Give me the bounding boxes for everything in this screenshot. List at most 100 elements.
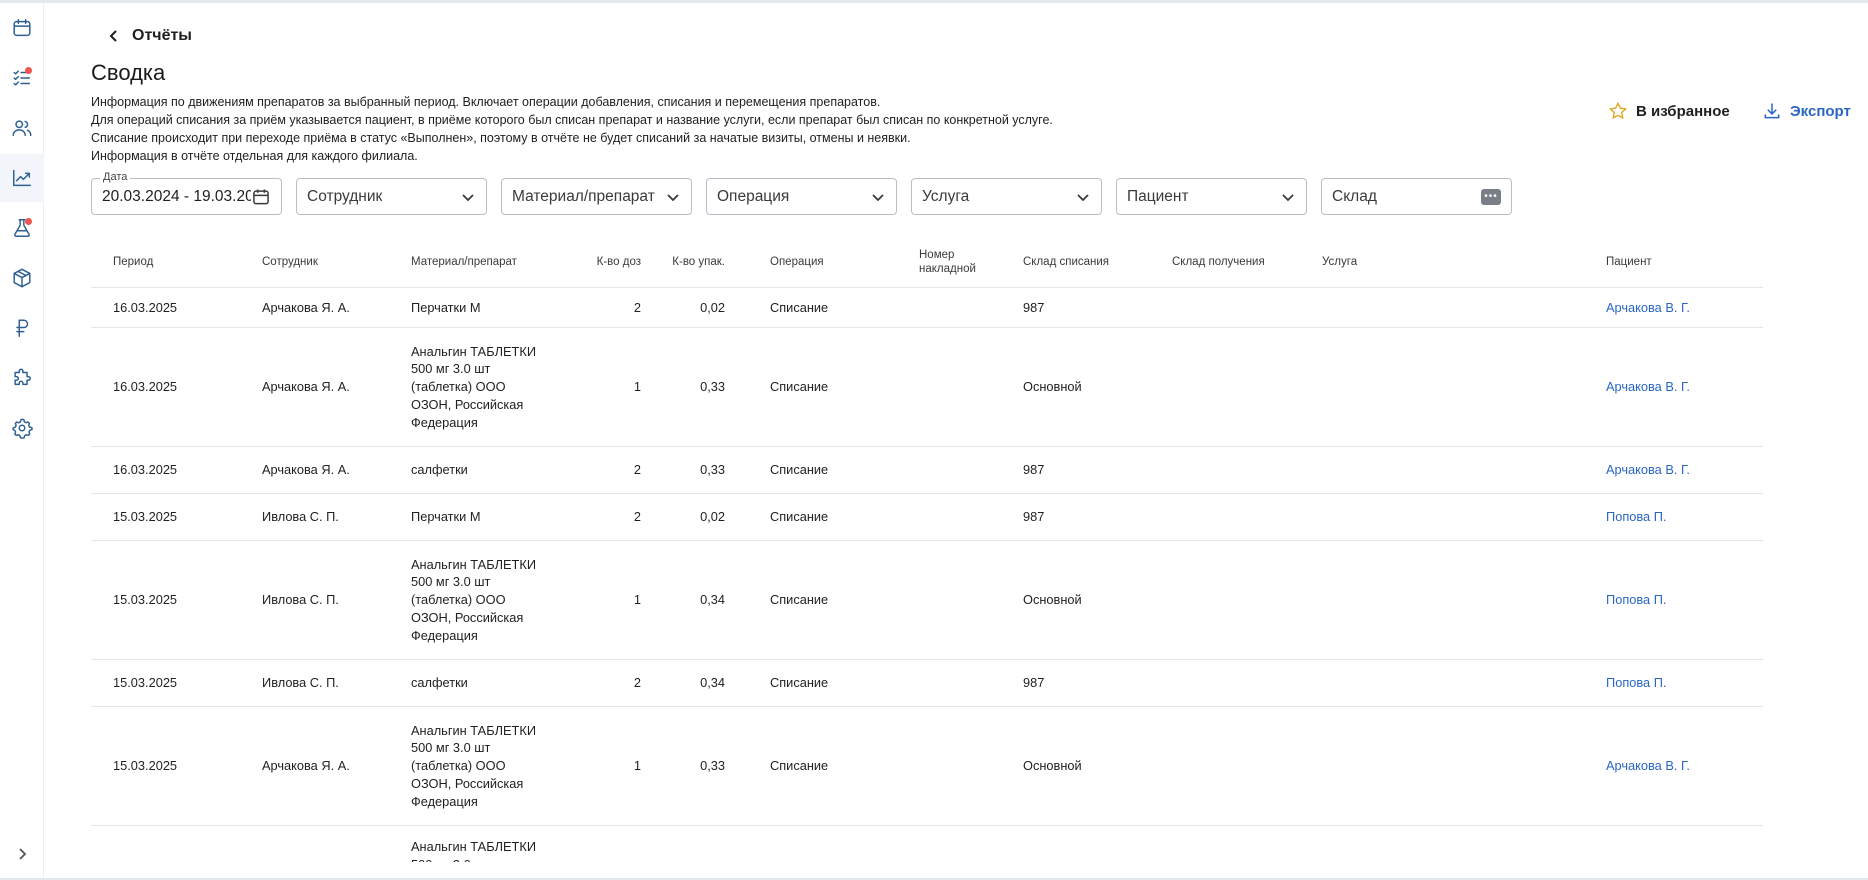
cell-service xyxy=(1322,707,1582,825)
cell-invoice xyxy=(919,288,1009,327)
cell-employee xyxy=(262,826,402,862)
cell-wh-from: Основной xyxy=(1023,592,1082,608)
table-body: 16.03.2025 Арчакова Я. А. Перчатки М 2 0,02 С… xyxy=(91,288,1763,862)
cell-wh-to xyxy=(1172,826,1312,862)
col-material[interactable]: Материал/препарат xyxy=(411,236,561,288)
material-line: Анальгин ТАБЛЕТКИ xyxy=(411,343,537,359)
material-line: (таблетка) ООО xyxy=(411,758,506,774)
cell-employee: Ивлова С. П. xyxy=(262,509,339,525)
cell-wh-to xyxy=(1172,494,1312,540)
cell-patient[interactable]: Попова П. xyxy=(1606,494,1756,540)
material-line: Анальгин ТАБЛЕТКИ xyxy=(411,556,537,572)
col-employee[interactable]: Сотрудник xyxy=(262,236,402,288)
report-table: Период Сотрудник Материал/препарат К-во … xyxy=(91,236,1763,862)
cell-doses xyxy=(581,826,641,862)
table-row[interactable]: 15.03.2025 Ивлова С. П. Перчатки М 2 0,02 Спи… xyxy=(91,494,1763,541)
cell-operation: Списание xyxy=(770,299,829,315)
cell-material: Перчатки М xyxy=(411,288,561,327)
cell-service xyxy=(1322,494,1582,540)
material-line: 500 мг 3.0 шт xyxy=(411,856,536,862)
cell-operation: Списание xyxy=(770,379,829,395)
col-packs[interactable]: К-во упак. xyxy=(661,236,725,288)
col-doses[interactable]: К-во доз xyxy=(581,236,641,288)
material-lines: Перчатки М xyxy=(411,508,480,526)
material-line: салфетки xyxy=(411,675,468,691)
cell-doses: 2 xyxy=(633,299,641,315)
cell-wh-from: Основной xyxy=(1023,758,1082,774)
material-lines: Анальгин ТАБЛЕТКИ 500 мг 3.0 шт (таблетка)… xyxy=(411,556,536,645)
cell-wh-to xyxy=(1172,288,1312,327)
material-line: Федерация xyxy=(411,414,478,430)
cell-wh-from: Основной xyxy=(1023,379,1082,395)
col-period[interactable]: Период xyxy=(113,236,253,288)
cell-patient[interactable]: Арчакова В. Г. xyxy=(1606,707,1756,825)
material-lines: салфетки xyxy=(411,674,468,692)
table-row[interactable]: 15.03.2025 Ивлова С. П. салфетки 2 0,34 Списа… xyxy=(91,660,1763,707)
cell-period: 16.03.2025 xyxy=(113,462,178,478)
cell-patient[interactable] xyxy=(1606,826,1756,862)
cell-wh-to xyxy=(1172,541,1312,659)
cell-employee: Арчакова Я. А. xyxy=(262,379,350,395)
cell-invoice xyxy=(919,826,1009,862)
cell-employee: Арчакова Я. А. xyxy=(262,758,350,774)
cell-patient[interactable]: Попова П. xyxy=(1606,660,1756,706)
cell-service xyxy=(1322,447,1582,493)
material-line: 500 мг 3.0 шт xyxy=(411,574,491,590)
cell-packs: 0,34 xyxy=(700,675,725,691)
cell-packs: 0,02 xyxy=(700,509,725,525)
table-row[interactable]: 16.03.2025 Арчакова Я. А. салфетки 2 0,33 Спи… xyxy=(91,447,1763,494)
cell-period xyxy=(113,826,253,862)
cell-doses: 1 xyxy=(633,758,641,774)
table-row[interactable]: 16.03.2025 Арчакова Я. А. Анальгин ТАБЛЕТК… xyxy=(91,328,1763,447)
cell-patient[interactable]: Попова П. xyxy=(1606,541,1756,659)
cell-doses: 1 xyxy=(633,379,641,395)
material-line: салфетки xyxy=(411,462,468,478)
material-line: Перчатки М xyxy=(411,509,481,525)
cell-wh-from: 987 xyxy=(1023,509,1045,525)
table-row[interactable]: 15.03.2025 Арчакова Я. А. Анальгин ТАБЛЕТК… xyxy=(91,707,1763,826)
cell-doses: 2 xyxy=(633,675,641,691)
cell-patient[interactable]: Арчакова В. Г. xyxy=(1606,288,1756,327)
cell-wh-from: 987 xyxy=(1023,299,1045,315)
cell-invoice xyxy=(919,660,1009,706)
cell-material: салфетки xyxy=(411,447,561,493)
cell-patient[interactable]: Арчакова В. Г. xyxy=(1606,447,1756,493)
cell-wh-to xyxy=(1172,447,1312,493)
col-warehouse-from[interactable]: Склад списания xyxy=(1023,236,1163,288)
col-operation[interactable]: Операция xyxy=(770,236,890,288)
cell-service xyxy=(1322,826,1582,862)
cell-doses: 2 xyxy=(633,509,641,525)
table-row[interactable]: 16.03.2025 Арчакова Я. А. Перчатки М 2 0,02 С… xyxy=(91,288,1763,328)
cell-doses: 1 xyxy=(633,592,641,608)
cell-employee: Арчакова Я. А. xyxy=(262,462,350,478)
table-viewport: Период Сотрудник Материал/препарат К-во … xyxy=(0,0,1868,862)
cell-operation: Списание xyxy=(770,675,829,691)
cell-period: 15.03.2025 xyxy=(113,592,178,608)
material-line: 500 мг 3.0 шт xyxy=(411,740,491,756)
cell-period: 15.03.2025 xyxy=(113,758,178,774)
col-warehouse-to[interactable]: Склад получения xyxy=(1172,236,1312,288)
cell-wh-from xyxy=(1023,826,1163,862)
material-line: Федерация xyxy=(411,627,478,643)
material-lines: Анальгин ТАБЛЕТКИ 500 мг 3.0 шт (таблетка)… xyxy=(411,722,536,811)
cell-employee: Ивлова С. П. xyxy=(262,592,339,608)
cell-material: салфетки xyxy=(411,660,561,706)
cell-material: Анальгин ТАБЛЕТКИ 500 мг 3.0 шт (таблетка)… xyxy=(411,328,561,446)
table-row[interactable]: 15.03.2025 Ивлова С. П. Анальгин ТАБЛЕТКИ 5… xyxy=(91,541,1763,660)
cell-period: 16.03.2025 xyxy=(113,379,178,395)
col-patient[interactable]: Пациент xyxy=(1606,236,1756,288)
cell-wh-from: 987 xyxy=(1023,462,1045,478)
cell-packs: 0,33 xyxy=(700,758,725,774)
cell-material: Анальгин ТАБЛЕТКИ 500 мг 3.0 шт (таблетка)… xyxy=(411,541,561,659)
material-line: ОЗОН, Российская xyxy=(411,396,524,412)
table-row[interactable]: Анальгин ТАБЛЕТКИ 500 мг 3.0 шт xyxy=(91,826,1763,862)
material-line: ОЗОН, Российская xyxy=(411,609,524,625)
cell-patient[interactable]: Арчакова В. Г. xyxy=(1606,328,1756,446)
col-invoice[interactable]: Номер накладной xyxy=(919,236,991,288)
material-line: ОЗОН, Российская xyxy=(411,775,524,791)
material-line: (таблетка) ООО xyxy=(411,592,506,608)
cell-wh-to xyxy=(1172,660,1312,706)
cell-operation xyxy=(770,826,890,862)
col-service[interactable]: Услуга xyxy=(1322,236,1582,288)
cell-service xyxy=(1322,541,1582,659)
